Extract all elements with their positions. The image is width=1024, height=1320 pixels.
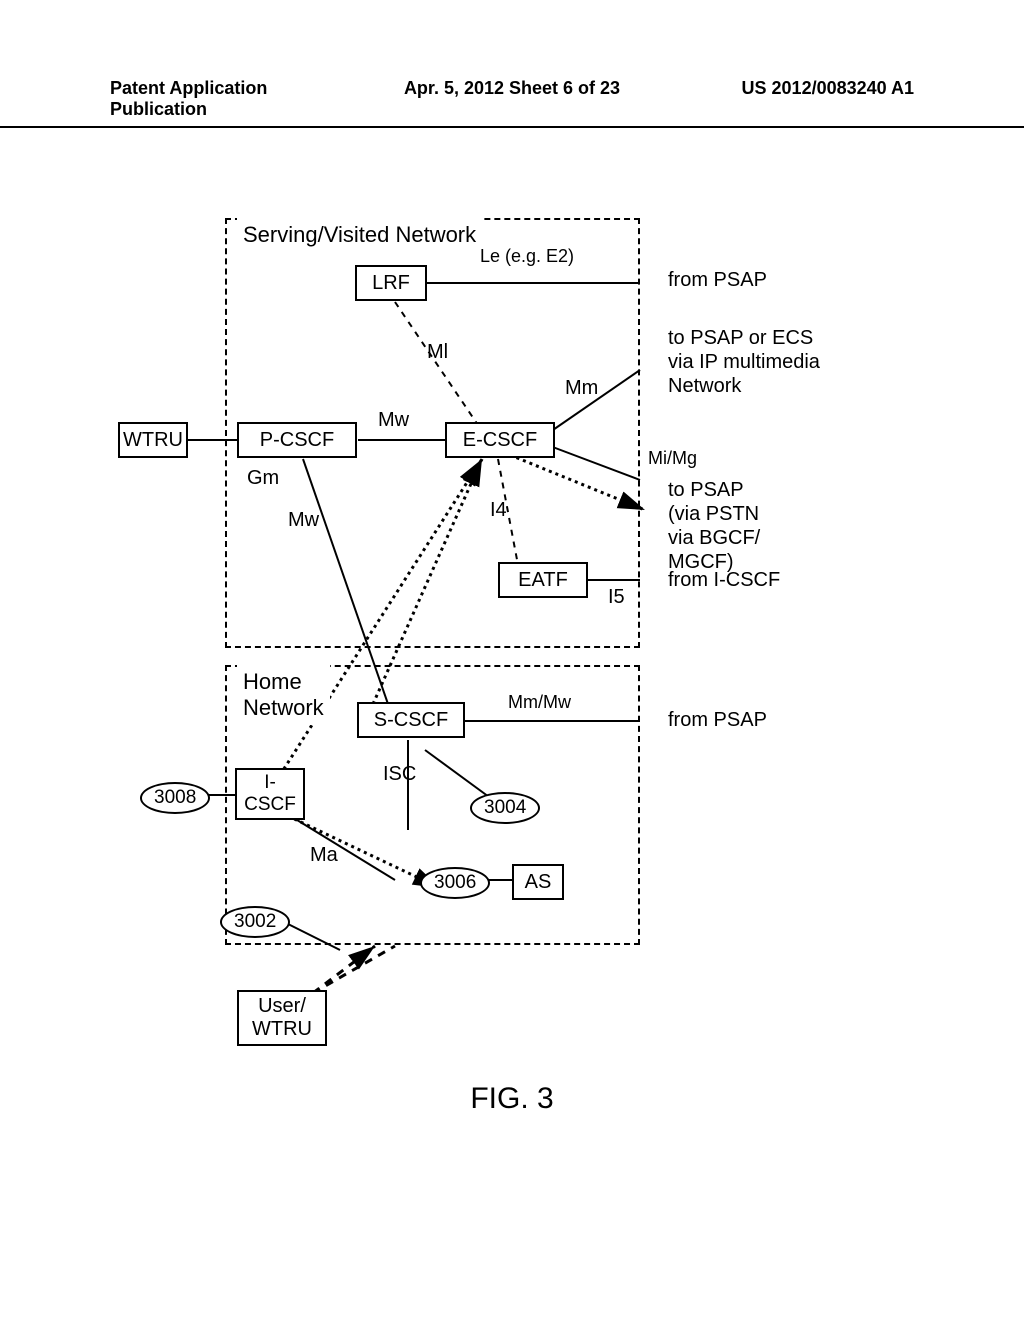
label-i4: I4 bbox=[490, 498, 507, 522]
pcscf-node: P-CSCF bbox=[237, 422, 357, 458]
label-from-psap-2: from PSAP bbox=[668, 708, 767, 732]
ecscf-node: E-CSCF bbox=[445, 422, 555, 458]
wtru-node: WTRU bbox=[118, 422, 188, 458]
label-mm: Mm bbox=[565, 376, 598, 400]
callout-3002: 3002 bbox=[220, 906, 290, 938]
callout-3006: 3006 bbox=[420, 867, 490, 899]
label-mw2: Mw bbox=[288, 508, 319, 532]
label-i5: I5 bbox=[608, 585, 625, 609]
label-mimg: Mi/Mg bbox=[648, 448, 697, 470]
eatf-node: EATF bbox=[498, 562, 588, 598]
as-node: AS bbox=[512, 864, 564, 900]
label-gm: Gm bbox=[247, 466, 279, 490]
label-isc: ISC bbox=[383, 762, 416, 786]
label-mmmw: Mm/Mw bbox=[508, 692, 571, 714]
serving-visited-title: Serving/Visited Network bbox=[237, 218, 482, 252]
label-to-psap-pstn: to PSAP (via PSTN via BGCF/ MGCF) bbox=[668, 478, 760, 574]
label-le: Le (e.g. E2) bbox=[480, 246, 574, 268]
callout-3008: 3008 bbox=[140, 782, 210, 814]
icscf-node: I- CSCF bbox=[235, 768, 305, 820]
callout-3004: 3004 bbox=[470, 792, 540, 824]
home-network-title: Home Network bbox=[237, 665, 330, 725]
label-to-psap-ecs: to PSAP or ECS via IP multimedia Network bbox=[668, 326, 820, 398]
label-mw1: Mw bbox=[378, 408, 409, 432]
label-from-psap-1: from PSAP bbox=[668, 268, 767, 292]
figure-caption: FIG. 3 bbox=[470, 1082, 553, 1116]
scscf-node: S-CSCF bbox=[357, 702, 465, 738]
diagram-container: Serving/Visited Network Home Network WTR… bbox=[0, 110, 1024, 1210]
lrf-node: LRF bbox=[355, 265, 427, 301]
label-ma: Ma bbox=[310, 843, 338, 867]
label-ml: Ml bbox=[427, 340, 448, 364]
user-wtru-node: User/ WTRU bbox=[237, 990, 327, 1046]
label-from-icscf: from I-CSCF bbox=[668, 568, 780, 592]
